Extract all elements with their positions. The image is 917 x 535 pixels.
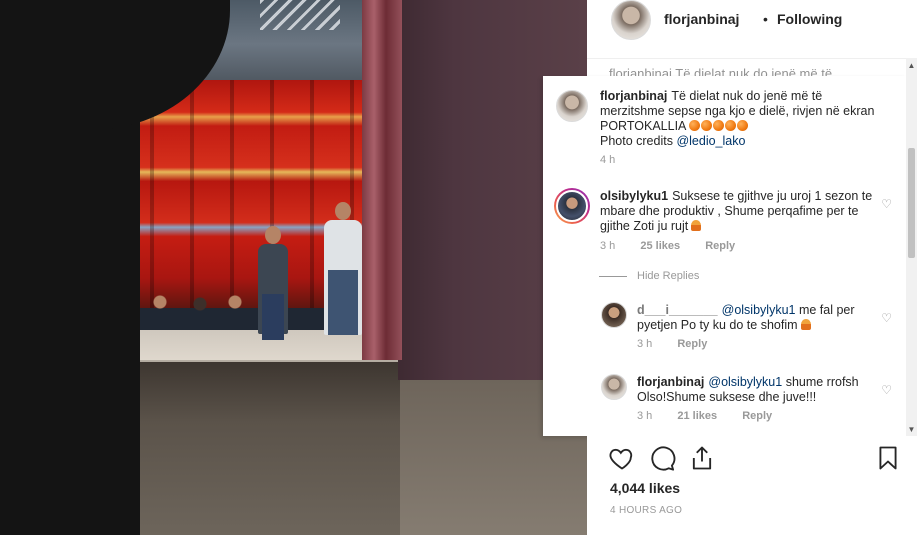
reply-like-heart-icon[interactable]: ♡ (881, 383, 892, 397)
post-header: florjanbinaj • Following (587, 0, 917, 59)
scroll-down-arrow-icon[interactable]: ▼ (906, 426, 917, 434)
person-right (324, 202, 362, 335)
post-author-username[interactable]: florjanbinaj (664, 11, 739, 27)
reply-username[interactable]: florjanbinaj (637, 375, 704, 389)
avatar[interactable] (556, 190, 588, 222)
comment-bubble-icon[interactable] (648, 444, 676, 472)
praying-hands-emoji-icon (800, 319, 811, 330)
scrollbar-thumb[interactable] (908, 148, 915, 258)
hide-replies-button[interactable]: Hide Replies (637, 270, 699, 282)
post-likes-count[interactable]: 4,044 likes (610, 480, 680, 496)
reply-timestamp[interactable]: 3 h (637, 338, 652, 350)
orange-emoji-icon (725, 120, 737, 131)
comment-timestamp[interactable]: 3 h (600, 240, 615, 252)
reply-button[interactable]: Reply (677, 338, 707, 350)
comments-scrollbar[interactable]: ▲ ▼ (906, 58, 917, 436)
avatar[interactable] (601, 374, 627, 400)
orange-emoji-icon (689, 120, 701, 131)
separator-dot: • (763, 11, 768, 27)
person-left (258, 226, 288, 340)
orange-emoji-icon (737, 120, 749, 131)
comment-username[interactable]: olsibylyku1 (600, 189, 668, 203)
comment-likes-count[interactable]: 25 likes (640, 240, 680, 252)
post-photo[interactable] (0, 0, 587, 535)
reply-mention-link[interactable]: @olsibylyku1 (708, 375, 782, 389)
praying-hands-emoji-icon (691, 220, 702, 231)
post-actions: 4,044 likes 4 HOURS AGO (587, 436, 917, 535)
photo-credits-label: Photo credits (600, 134, 673, 148)
caption-username[interactable]: florjanbinaj (600, 89, 667, 103)
story-ring[interactable] (554, 188, 590, 224)
following-button[interactable]: Following (777, 11, 842, 27)
credits-mention-link[interactable]: @ledio_lako (676, 134, 745, 148)
comments-panel: florjanbinaj Të dielat nuk do jenë më të … (543, 76, 906, 436)
heart-icon[interactable] (608, 444, 636, 472)
share-icon[interactable] (688, 444, 716, 472)
avatar[interactable] (601, 302, 627, 328)
orange-emoji-icon (713, 120, 725, 131)
replies-divider (599, 276, 627, 277)
reply-like-heart-icon[interactable]: ♡ (881, 311, 892, 325)
reply-timestamp[interactable]: 3 h (637, 410, 652, 422)
avatar[interactable] (611, 0, 651, 40)
orange-emoji-row (686, 119, 749, 133)
reply-username[interactable]: d___i_______ (637, 303, 718, 317)
avatar[interactable] (556, 90, 588, 122)
caption-timestamp[interactable]: 4 h (600, 154, 615, 166)
scroll-up-arrow-icon[interactable]: ▲ (906, 62, 917, 70)
reply-likes-count[interactable]: 21 likes (677, 410, 717, 422)
bookmark-icon[interactable] (874, 444, 902, 472)
post-timestamp[interactable]: 4 HOURS AGO (610, 505, 682, 516)
comment-like-heart-icon[interactable]: ♡ (881, 197, 892, 211)
orange-emoji-icon (701, 120, 713, 131)
stage-curtain (362, 0, 402, 360)
reply-mention-link[interactable]: @olsibylyku1 (722, 303, 796, 317)
reply-button[interactable]: Reply (742, 410, 772, 422)
reply-button[interactable]: Reply (705, 240, 735, 252)
